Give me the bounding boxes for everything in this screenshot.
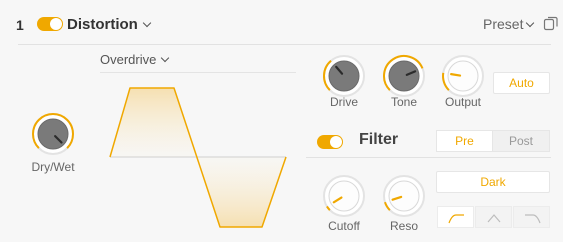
filter-divider [306, 157, 551, 158]
preset-dropdown[interactable]: Preset [483, 16, 535, 32]
chevron-down-icon [142, 18, 152, 28]
chevron-down-icon [526, 18, 535, 28]
preset-label: Preset [483, 16, 524, 32]
mode-underline [100, 72, 296, 73]
distortion-mode-label: Overdrive [100, 52, 157, 67]
dry-wet-knob[interactable] [31, 112, 75, 156]
filter-post-button[interactable]: Post [493, 130, 550, 152]
low-pass-icon [448, 214, 464, 224]
distortion-mode-dropdown[interactable]: Overdrive [100, 52, 170, 67]
reso-label: Reso [389, 219, 418, 233]
curve-fill-bottom [198, 157, 286, 227]
knob-body [447, 60, 479, 92]
knob-body [388, 60, 420, 92]
effect-name: Distortion [67, 16, 138, 33]
output-label: Output [444, 95, 482, 109]
reso-knob[interactable] [382, 174, 426, 218]
knob-indicator [450, 73, 462, 77]
chevron-down-icon [161, 53, 170, 63]
toggle-knob [330, 136, 342, 148]
effect-enable-toggle[interactable] [37, 17, 63, 31]
tone-label: Tone [390, 95, 418, 109]
high-pass-filter-button[interactable] [513, 206, 550, 228]
high-pass-icon [525, 214, 541, 224]
cutoff-knob[interactable] [322, 174, 366, 218]
low-pass-filter-button[interactable] [437, 206, 474, 228]
output-knob[interactable] [441, 54, 485, 98]
slot-number: 1 [16, 17, 24, 33]
filter-pre-button[interactable]: Pre [436, 130, 493, 152]
drive-knob[interactable] [322, 54, 366, 98]
header-divider [18, 44, 551, 45]
copy-icon[interactable] [543, 15, 559, 31]
knob-body [37, 118, 69, 150]
cutoff-label: Cutoff [328, 219, 360, 233]
distortion-curve-display [109, 87, 287, 228]
toggle-knob [50, 18, 62, 30]
filter-title: Filter [359, 131, 399, 148]
tone-knob[interactable] [382, 54, 426, 98]
filter-dark-button[interactable]: Dark [436, 171, 550, 193]
knob-body [388, 180, 420, 212]
band-pass-filter-button[interactable] [475, 206, 512, 228]
drive-label: Drive [329, 95, 358, 109]
effect-selector[interactable]: Distortion [67, 16, 152, 33]
filter-enable-toggle[interactable] [317, 135, 343, 149]
auto-button[interactable]: Auto [493, 72, 550, 94]
dry-wet-label: Dry/Wet [31, 160, 75, 174]
knob-body [328, 180, 360, 212]
knob-body [328, 60, 360, 92]
band-pass-icon [487, 214, 501, 223]
